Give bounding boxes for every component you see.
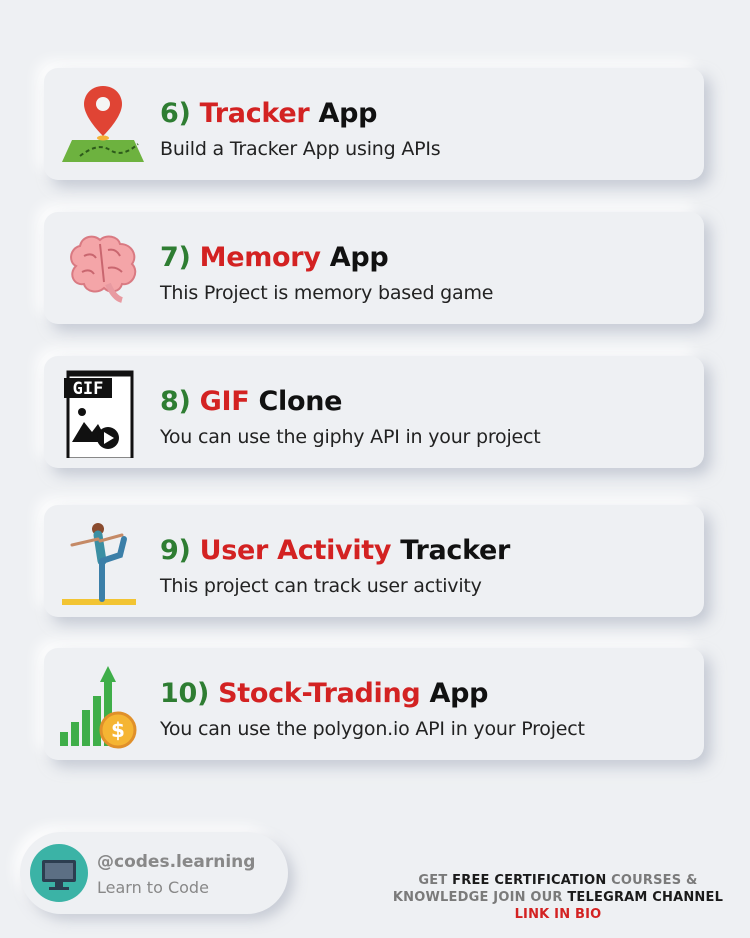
project-card-memory: 7) Memory App This Project is memory bas… [44,212,704,324]
map-pin-icon [62,86,144,162]
project-card-stock-trading: $ 10) Stock-Trading App You can use the … [44,648,704,760]
brain-icon [70,235,137,303]
link-in-bio[interactable]: LINK IN BIO [378,906,738,923]
card-description: This Project is memory based game [160,282,494,304]
project-card-tracker: 6) Tracker App Build a Tracker App using… [44,68,704,180]
card-title: 8) GIF Clone [160,386,343,417]
project-card-gif: GIF 8) GIF Clone You can use the giphy A… [44,356,704,468]
profile-tagline: Learn to Code [97,878,209,897]
telegram-cta: GET FREE CERTIFICATION COURSES & KNOWLED… [378,872,738,923]
card-description: You can use the giphy API in your projec… [160,426,541,448]
card-title: 9) User Activity Tracker [160,535,511,566]
stock-chart-icon: $ [60,666,137,749]
yoga-person-icon [62,523,136,605]
card-title: 7) Memory App [160,242,389,273]
svg-text:GIF: GIF [73,379,104,399]
svg-text:$: $ [111,718,125,742]
monitor-icon [42,860,76,890]
gif-file-icon: GIF [64,370,134,458]
profile-badge[interactable]: @codes.learning Learn to Code [20,832,288,914]
project-card-user-activity: 9) User Activity Tracker This project ca… [44,505,704,617]
card-description: This project can track user activity [160,575,482,597]
card-description: You can use the polygon.io API in your P… [160,718,585,740]
card-title: 10) Stock-Trading App [160,678,489,709]
card-title: 6) Tracker App [160,98,378,129]
avatar [30,844,88,902]
profile-handle: @codes.learning [97,852,256,872]
card-description: Build a Tracker App using APIs [160,138,441,160]
